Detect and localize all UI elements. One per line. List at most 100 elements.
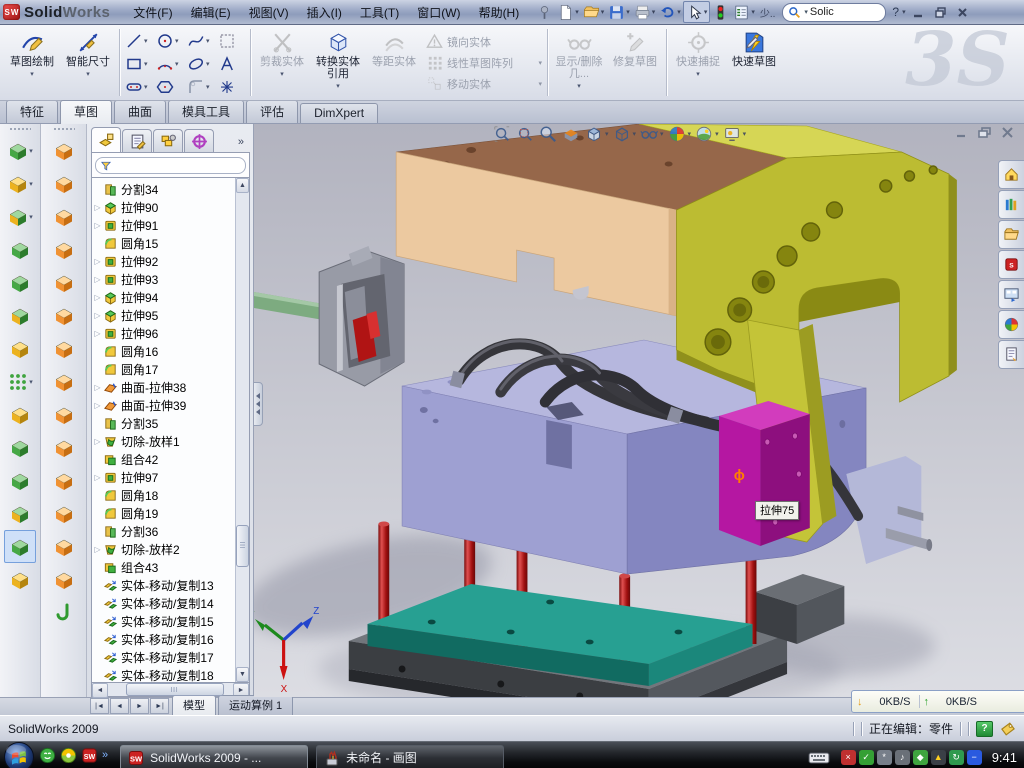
- dropdown-caret-icon[interactable]: ▾: [715, 130, 719, 138]
- tray-blocked[interactable]: −: [967, 750, 982, 765]
- tree-item[interactable]: 实体-移动/复制14: [92, 594, 235, 612]
- cmd-快速草图[interactable]: 快速草图: [726, 25, 782, 100]
- quicklaunch-safety-ball[interactable]: [60, 747, 77, 768]
- scroll-track[interactable]: [108, 683, 233, 696]
- expand-arrow-icon[interactable]: ▷: [92, 257, 103, 266]
- tool-flex[interactable]: [48, 134, 80, 167]
- sketch-tool-sketch-fillet[interactable]: ▾: [185, 75, 216, 98]
- dropdown-caret-icon[interactable]: ▾: [575, 8, 579, 16]
- help-caret[interactable]: ▾: [902, 8, 906, 16]
- tree-item[interactable]: 圆角18: [92, 486, 235, 504]
- panel-tab-dimxpert-manager[interactable]: [184, 129, 214, 152]
- print-button[interactable]: ▾: [632, 2, 658, 22]
- taskbar-clock[interactable]: 9:41: [992, 750, 1017, 765]
- tree-item[interactable]: ▷拉伸90: [92, 198, 235, 216]
- pin-button[interactable]: [534, 2, 555, 22]
- dropdown-caret-icon[interactable]: ▾: [577, 81, 581, 93]
- tool-parting-line[interactable]: [48, 431, 80, 464]
- tree-item[interactable]: ▷拉伸93: [92, 270, 235, 288]
- dropdown-caret-icon[interactable]: ▾: [30, 69, 34, 81]
- tree-item[interactable]: 圆角17: [92, 360, 235, 378]
- dropdown-caret-icon[interactable]: ▾: [605, 130, 609, 138]
- taskpane-tab-solidworks-resources-home[interactable]: [998, 160, 1024, 189]
- tray-plug[interactable]: ◆: [913, 750, 928, 765]
- dropdown-caret-icon[interactable]: ▾: [751, 8, 755, 16]
- sketch-tool-ellipse[interactable]: ▾: [185, 52, 216, 75]
- tool-shut-off-surface[interactable]: [48, 464, 80, 497]
- dropdown-caret-icon[interactable]: ▾: [280, 69, 284, 81]
- tree-item[interactable]: 圆角16: [92, 342, 235, 360]
- taskbar-item-paint[interactable]: 未命名 - 画图: [316, 745, 504, 768]
- tool-parting-surface[interactable]: [48, 497, 80, 530]
- cmd-修复草图[interactable]: 修复草图: [607, 25, 663, 100]
- dropdown-caret-icon[interactable]: ▾: [144, 83, 148, 91]
- tab-DimXpert[interactable]: DimXpert: [300, 103, 378, 123]
- dropdown-caret-icon[interactable]: ▾: [538, 80, 544, 88]
- expand-arrow-icon[interactable]: ▷: [92, 293, 103, 302]
- expand-arrow-icon[interactable]: ▷: [92, 203, 103, 212]
- tool-linear-pattern[interactable]: ▾: [4, 365, 36, 398]
- tree-item[interactable]: ▷曲面-拉伸39: [92, 396, 235, 414]
- tree-item[interactable]: 实体-移动/复制15: [92, 612, 235, 630]
- tool-tooling-split[interactable]: [48, 530, 80, 563]
- headsup-edit-appearance[interactable]: ▾: [667, 125, 692, 143]
- scroll-up-button[interactable]: ▲: [236, 178, 249, 193]
- tree-item[interactable]: 分割35: [92, 414, 235, 432]
- traffic-light-button[interactable]: [710, 2, 731, 22]
- quick-launch-overflow[interactable]: »: [102, 749, 108, 761]
- taskpane-tab-solidworks-forum[interactable]: S: [998, 250, 1024, 279]
- menu-6[interactable]: 帮助(H): [470, 1, 529, 24]
- tab-模具工具[interactable]: 模具工具: [168, 100, 244, 123]
- quick-tips-button[interactable]: ?: [976, 721, 993, 737]
- sketch-tool-sketch-text[interactable]: [216, 52, 247, 75]
- tool-move-face[interactable]: [48, 299, 80, 332]
- tool-curves[interactable]: [4, 530, 36, 563]
- doc-close-button[interactable]: [1001, 127, 1014, 138]
- expand-arrow-icon[interactable]: ▷: [92, 311, 103, 320]
- search-box[interactable]: ▾ Solic: [782, 3, 886, 22]
- cmd-草图绘制[interactable]: 草图绘制▾: [4, 25, 60, 100]
- headsup-view-settings[interactable]: ▾: [722, 125, 747, 143]
- headsup-magnifier[interactable]: [538, 125, 558, 143]
- doc-tab-运动算例 1[interactable]: 运动算例 1: [218, 695, 293, 715]
- headsup-display-style[interactable]: ▾: [612, 125, 637, 143]
- menu-5[interactable]: 窗口(W): [408, 1, 469, 24]
- dropdown-caret-icon[interactable]: ▾: [144, 60, 148, 68]
- tree-item[interactable]: ▷拉伸94: [92, 288, 235, 306]
- panel-tab-configuration-manager[interactable]: [153, 129, 183, 152]
- taskpane-tab-file-explorer[interactable]: [998, 220, 1024, 249]
- sketch-tool-selection-box[interactable]: [216, 29, 247, 52]
- quicklaunch-messenger[interactable]: [39, 747, 56, 768]
- dropdown-caret-icon[interactable]: ▾: [29, 213, 33, 221]
- dropdown-caret-icon[interactable]: ▾: [175, 60, 179, 68]
- restore-button[interactable]: [932, 5, 950, 20]
- tray-red-shield[interactable]: ×: [841, 750, 856, 765]
- menu-1[interactable]: 编辑(E): [182, 1, 240, 24]
- sketch-tool-arc[interactable]: ▾: [154, 52, 185, 75]
- dropdown-caret-icon[interactable]: ▾: [175, 37, 179, 45]
- taskpane-tab-appearances-scenes[interactable]: [998, 310, 1024, 339]
- dropdown-caret-icon[interactable]: ▾: [660, 130, 664, 138]
- part-cavity-insert[interactable]: [319, 246, 404, 386]
- cmd-等距实体[interactable]: 等距实体: [366, 25, 422, 100]
- doc-tab-模型[interactable]: 模型: [172, 695, 216, 715]
- tab-草图[interactable]: 草图: [60, 100, 112, 124]
- tab-scroll-button-2[interactable]: ►: [130, 698, 149, 714]
- headsup-zoom-fit[interactable]: [492, 125, 512, 143]
- dropdown-caret-icon[interactable]: ▾: [206, 60, 210, 68]
- dropdown-caret-icon[interactable]: ▾: [29, 180, 33, 188]
- tool-revolved-boss[interactable]: ▾: [4, 167, 36, 200]
- menu-4[interactable]: 工具(T): [351, 1, 408, 24]
- network-speed-overlay[interactable]: ↓ 0KB/S ↑ 0KB/S: [851, 690, 1024, 713]
- expand-arrow-icon[interactable]: ▷: [92, 221, 103, 230]
- menu-3[interactable]: 插入(I): [298, 1, 351, 24]
- panel-splitter-handle[interactable]: [254, 382, 263, 426]
- part-magenta-block[interactable]: ϕ: [719, 401, 810, 546]
- dropdown-caret-icon[interactable]: ▾: [601, 8, 605, 16]
- quicklaunch-solidworks[interactable]: SW: [81, 747, 98, 768]
- tree-item[interactable]: 圆角15: [92, 234, 235, 252]
- tool-sketched-bend[interactable]: [48, 596, 80, 629]
- expand-arrow-icon[interactable]: ▷: [92, 437, 103, 446]
- sketch-tool-line[interactable]: ▾: [123, 29, 154, 52]
- tab-评估[interactable]: 评估: [246, 100, 298, 123]
